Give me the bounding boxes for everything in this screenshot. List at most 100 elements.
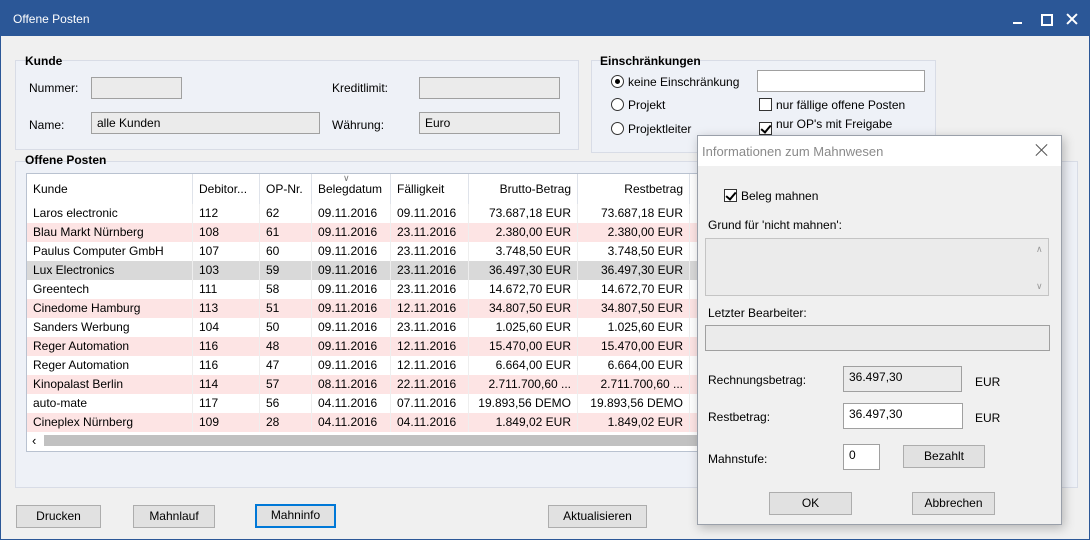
mahnstufe-label: Mahnstufe:: [708, 452, 768, 466]
table-cell: 22.11.2016: [391, 375, 469, 394]
title-bar[interactable]: Offene Posten: [1, 1, 1089, 36]
table-cell: 15.470,00 EUR: [469, 337, 578, 356]
table-cell: 34.807,50 EUR: [578, 299, 690, 318]
table-row[interactable]: Greentech 111 58 09.11.2016 23.11.2016 14.672…: [27, 280, 699, 299]
rechnungsbetrag-field: 36.497,30: [843, 366, 962, 392]
dialog-close-icon[interactable]: [1034, 142, 1050, 158]
table-cell: 112: [193, 204, 260, 223]
restbetrag-currency: EUR: [975, 411, 1001, 425]
col-restbetrag[interactable]: Restbetrag: [578, 174, 690, 204]
table-cell: 61: [260, 223, 312, 242]
rechnungsbetrag-label: Rechnungsbetrag:: [708, 373, 807, 387]
col-kunde[interactable]: Kunde: [27, 174, 193, 204]
table-cell: 113: [193, 299, 260, 318]
table-cell: 111: [193, 280, 260, 299]
table-row[interactable]: auto-mate 117 56 04.11.2016 07.11.2016 19.893…: [27, 394, 699, 413]
radio-projektleiter[interactable]: [611, 122, 624, 135]
nur-freigabe-checkbox[interactable]: [759, 122, 772, 135]
scroll-left-icon[interactable]: ‹: [32, 432, 36, 449]
table-cell: 36.497,30 EUR: [469, 261, 578, 280]
table-row[interactable]: Lux Electronics 103 59 09.11.2016 23.11.2016…: [27, 261, 699, 280]
col-faelligkeit[interactable]: Fälligkeit: [391, 174, 469, 204]
bezahlt-button[interactable]: Bezahlt: [903, 445, 985, 468]
close-icon[interactable]: [1062, 9, 1082, 29]
radio-keine-einschraenkung[interactable]: [611, 75, 624, 88]
maximize-icon[interactable]: [1037, 9, 1057, 29]
scrollbar-thumb[interactable]: [44, 435, 697, 446]
table-cell: 50: [260, 318, 312, 337]
table-row[interactable]: Cinedome Hamburg 113 51 09.11.2016 12.11.201…: [27, 299, 699, 318]
table-cell: Reger Automation: [27, 356, 193, 375]
grund-textarea[interactable]: ∧ ∨: [705, 238, 1049, 296]
scroll-up-icon[interactable]: ∧: [1036, 244, 1043, 255]
col-brutto-betrag[interactable]: Brutto-Betrag: [469, 174, 578, 204]
table-cell: 57: [260, 375, 312, 394]
table-row[interactable]: Blau Markt Nürnberg 108 61 09.11.2016 23.11.…: [27, 223, 699, 242]
ok-button[interactable]: OK: [769, 492, 852, 515]
table-cell: 12.11.2016: [391, 299, 469, 318]
kreditlimit-field[interactable]: [419, 77, 560, 99]
abbrechen-button[interactable]: Abbrechen: [912, 492, 995, 515]
col-op-nr[interactable]: OP-Nr.: [260, 174, 312, 204]
table-cell: 08.11.2016: [312, 375, 391, 394]
table-cell: 1.025,60 EUR: [578, 318, 690, 337]
table-cell: 04.11.2016: [312, 413, 391, 432]
table-cell: 14.672,70 EUR: [469, 280, 578, 299]
letzter-bearbeiter-field[interactable]: [705, 325, 1050, 351]
table-cell: 2.380,00 EUR: [578, 223, 690, 242]
table-cell: Lux Electronics: [27, 261, 193, 280]
aktualisieren-button[interactable]: Aktualisieren: [548, 505, 647, 528]
table-cell: 51: [260, 299, 312, 318]
scroll-down-icon[interactable]: ∨: [1036, 281, 1043, 292]
table-cell: 07.11.2016: [391, 394, 469, 413]
table-cell: 19.893,56 DEMO: [469, 394, 578, 413]
table-cell: 109: [193, 413, 260, 432]
table-cell: 73.687,18 EUR: [578, 204, 690, 223]
sort-arrow-icon: ∨: [343, 173, 350, 183]
restbetrag-field[interactable]: 36.497,30: [843, 403, 963, 429]
col-belegdatum[interactable]: Belegdatum: [312, 174, 391, 204]
table-row[interactable]: Reger Automation 116 47 09.11.2016 12.11.201…: [27, 356, 699, 375]
mahnlauf-button[interactable]: Mahnlauf: [133, 505, 215, 528]
window-title: Offene Posten: [13, 12, 90, 26]
mahninfo-button[interactable]: Mahninfo: [255, 504, 336, 528]
waehrung-field[interactable]: Euro: [419, 112, 560, 134]
horizontal-scrollbar[interactable]: ‹: [27, 432, 697, 449]
table-cell: 60: [260, 242, 312, 261]
beleg-mahnen-checkbox[interactable]: [724, 189, 737, 202]
table-row[interactable]: Sanders Werbung 104 50 09.11.2016 23.11.2016…: [27, 318, 699, 337]
name-field[interactable]: alle Kunden: [91, 112, 320, 134]
radio-projekt[interactable]: [611, 98, 624, 111]
main-window: Offene Posten Kunde Nummer: Name: alle K…: [0, 0, 1090, 540]
table-cell: 09.11.2016: [312, 337, 391, 356]
drucken-button[interactable]: Drucken: [16, 505, 101, 528]
table-cell: 1.849,02 EUR: [469, 413, 578, 432]
table-cell: 04.11.2016: [312, 394, 391, 413]
nur-faellige-checkbox[interactable]: [759, 98, 772, 111]
kunde-group-label: Kunde: [25, 54, 63, 68]
col-debitor[interactable]: Debitor...: [193, 174, 260, 204]
table-cell: 116: [193, 337, 260, 356]
table-cell: Cinedome Hamburg: [27, 299, 193, 318]
table-cell: Kinopalast Berlin: [27, 375, 193, 394]
dialog-title-bar[interactable]: Informationen zum Mahnwesen: [698, 136, 1061, 166]
nur-freigabe-label: nur OP's mit Freigabe: [776, 117, 893, 131]
offene-posten-grid[interactable]: Kunde Debitor... OP-Nr. Belegdatum Fälli…: [26, 173, 700, 452]
table-cell: Laros electronic: [27, 204, 193, 223]
table-row[interactable]: Laros electronic 112 62 09.11.2016 09.11.201…: [27, 204, 699, 223]
einschraenkung-filter-field[interactable]: [757, 70, 925, 92]
grund-scrollbar[interactable]: ∧ ∨: [1032, 239, 1048, 295]
rechnungsbetrag-currency: EUR: [975, 375, 1001, 389]
table-cell: 23.11.2016: [391, 242, 469, 261]
table-row[interactable]: Paulus Computer GmbH 107 60 09.11.2016 23.11…: [27, 242, 699, 261]
table-cell: 19.893,56 DEMO: [578, 394, 690, 413]
table-cell: 09.11.2016: [312, 318, 391, 337]
minimize-icon[interactable]: [1008, 9, 1028, 29]
table-row[interactable]: Kinopalast Berlin 114 57 08.11.2016 22.11.20…: [27, 375, 699, 394]
mahnstufe-field[interactable]: 0: [843, 444, 880, 470]
grid-header: Kunde Debitor... OP-Nr. Belegdatum Fälli…: [27, 174, 699, 205]
table-cell: 59: [260, 261, 312, 280]
nummer-field[interactable]: [91, 77, 182, 99]
table-row[interactable]: Reger Automation 116 48 09.11.2016 12.11.201…: [27, 337, 699, 356]
table-row[interactable]: Cineplex Nürnberg 109 28 04.11.2016 04.11.20…: [27, 413, 699, 432]
